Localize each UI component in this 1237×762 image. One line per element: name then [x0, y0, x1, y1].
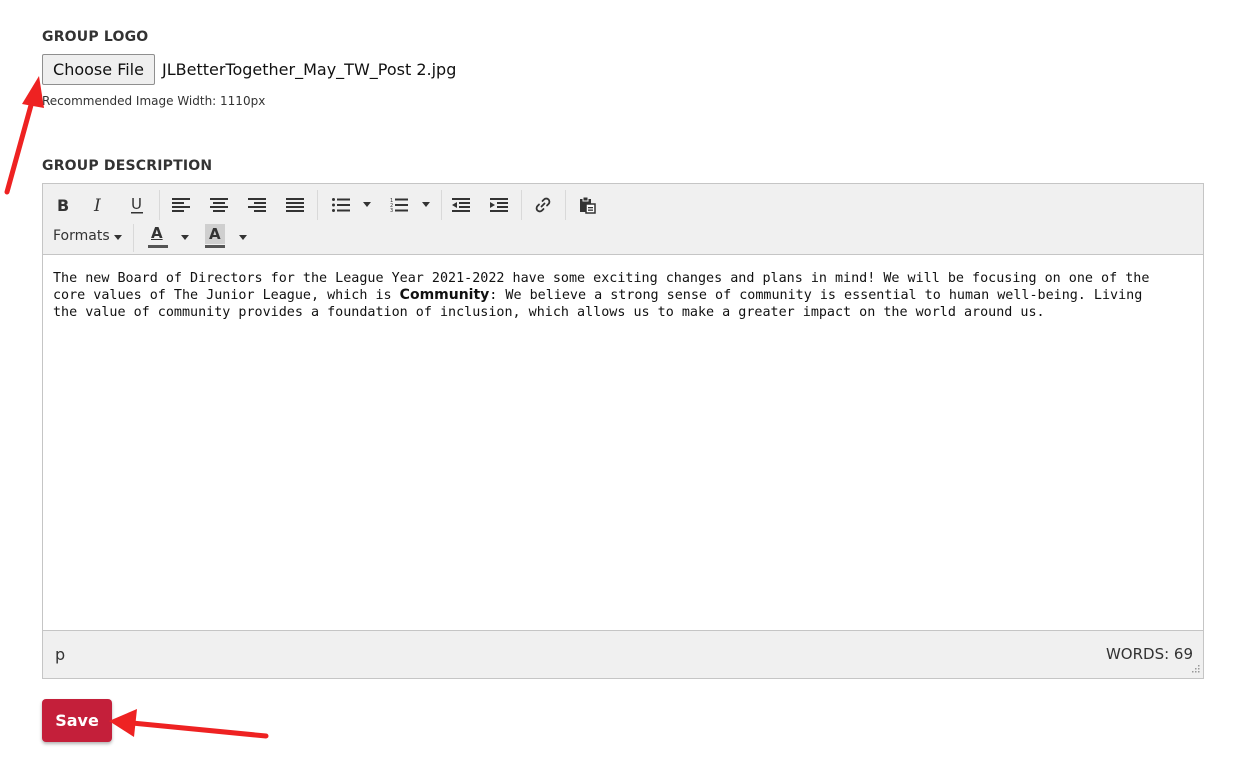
toolbar-separator [521, 190, 522, 220]
toolbar-separator [133, 224, 134, 252]
toolbar-separator [441, 190, 442, 220]
toolbar-separator [317, 190, 318, 220]
outdent-icon[interactable] [447, 192, 475, 218]
save-pointer-arrow [109, 709, 269, 739]
editor-toolbar: B I U 123 Formats A A [43, 184, 1203, 255]
paste-icon[interactable] [573, 192, 601, 218]
bullet-list-icon[interactable] [327, 192, 355, 218]
selected-file-name: JLBetterTogether_May_TW_Post 2.jpg [162, 60, 457, 79]
text-color-icon[interactable]: A [147, 224, 169, 248]
text-color-swatch [148, 245, 168, 248]
bold-icon[interactable]: B [49, 192, 77, 218]
choose-file-button[interactable]: Choose File [42, 54, 155, 85]
formats-dropdown[interactable]: Formats [53, 228, 110, 244]
svg-text:U: U [131, 196, 142, 213]
resize-handle-icon[interactable] [1188, 663, 1200, 675]
italic-icon[interactable]: I [85, 192, 113, 218]
group-description-label: GROUP DESCRIPTION [42, 158, 213, 174]
text-color-letter: A [151, 224, 163, 242]
bullet-list-dropdown-icon[interactable] [363, 202, 371, 207]
image-width-hint: Recommended Image Width: 1110px [42, 94, 266, 108]
background-color-swatch [205, 245, 225, 248]
align-left-icon[interactable] [167, 192, 195, 218]
svg-text:I: I [93, 197, 101, 213]
group-logo-label: GROUP LOGO [42, 29, 149, 45]
align-justify-icon[interactable] [281, 192, 309, 218]
align-center-icon[interactable] [205, 192, 233, 218]
editor-content[interactable]: The new Board of Directors for the Leagu… [53, 270, 1173, 321]
editor-statusbar: p WORDS: 69 [43, 630, 1203, 678]
content-bold-word: Community [399, 287, 490, 303]
underline-icon[interactable]: U [123, 192, 151, 218]
toolbar-separator [565, 190, 566, 220]
svg-text:B: B [57, 197, 69, 213]
background-color-dropdown-icon[interactable] [239, 235, 247, 240]
rich-text-editor: B I U 123 Formats A A The new Board of D… [42, 183, 1204, 679]
link-icon[interactable] [529, 192, 557, 218]
background-color-icon[interactable]: A [204, 224, 226, 248]
formats-label: Formats [53, 228, 110, 244]
toolbar-separator [159, 190, 160, 220]
indent-icon[interactable] [485, 192, 513, 218]
element-path[interactable]: p [55, 645, 65, 664]
save-button[interactable]: Save [42, 699, 112, 742]
formats-caret-icon[interactable] [114, 235, 122, 240]
svg-text:3: 3 [390, 208, 393, 213]
numbered-list-dropdown-icon[interactable] [422, 202, 430, 207]
numbered-list-icon[interactable]: 123 [385, 192, 413, 218]
align-right-icon[interactable] [243, 192, 271, 218]
background-color-letter: A [209, 225, 221, 243]
word-count: WORDS: 69 [1105, 645, 1193, 663]
text-color-dropdown-icon[interactable] [181, 235, 189, 240]
choose-file-pointer-arrow [4, 76, 44, 195]
